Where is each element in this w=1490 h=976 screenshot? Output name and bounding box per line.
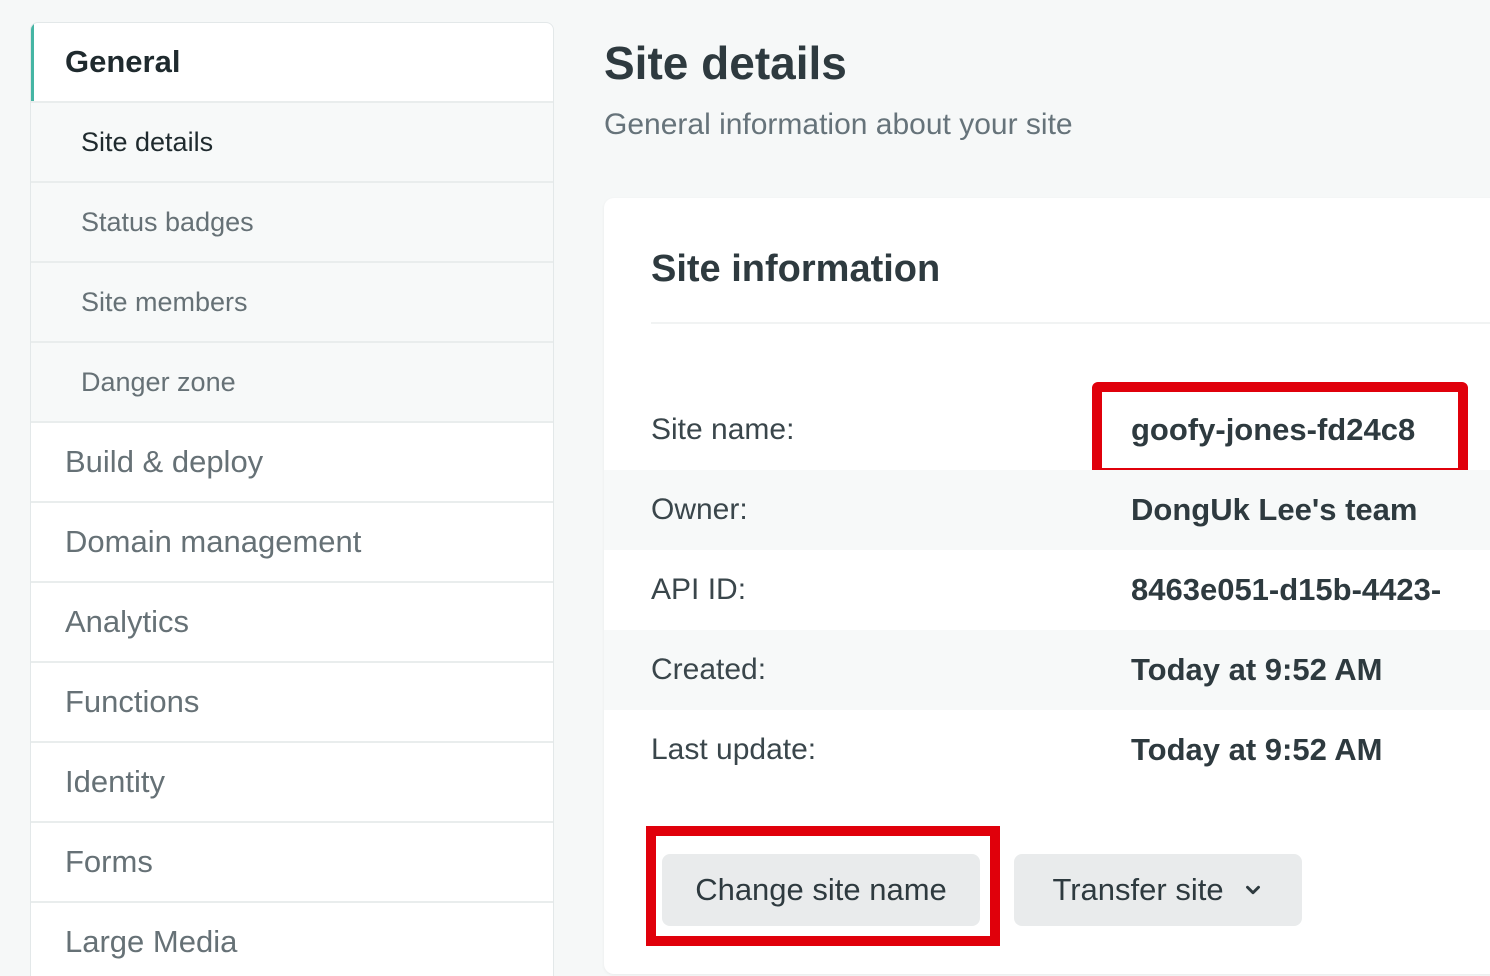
sidebar-subitem-site-details[interactable]: Site details	[31, 103, 553, 183]
chevron-down-icon	[1245, 885, 1260, 895]
card-title: Site information	[651, 248, 941, 290]
last-update-value: Today at 9:52 AM	[1131, 732, 1383, 767]
site-name-value: goofy-jones-fd24c8	[1131, 412, 1416, 447]
sidebar-item-label: Identity	[65, 764, 165, 799]
sidebar-item-large-media[interactable]: Large Media	[31, 903, 553, 976]
button-label: Change site name	[695, 872, 947, 907]
sidebar-item-label: Build & deploy	[65, 444, 264, 479]
site-information-card: Site information Site name: goofy-jones-…	[604, 198, 1490, 974]
sidebar-item-analytics[interactable]: Analytics	[31, 583, 553, 663]
sidebar-item-domain-management[interactable]: Domain management	[31, 503, 553, 583]
sidebar-item-forms[interactable]: Forms	[31, 823, 553, 903]
info-row-api-id: API ID: 8463e051-d15b-4423-	[604, 550, 1490, 630]
sidebar-item-label: Site members	[81, 286, 248, 317]
button-label: Transfer site	[1052, 872, 1224, 907]
sidebar-item-general[interactable]: General	[31, 23, 553, 103]
info-row-owner: Owner: DongUk Lee's team	[604, 470, 1490, 550]
created-value: Today at 9:52 AM	[1131, 652, 1383, 687]
sidebar-item-identity[interactable]: Identity	[31, 743, 553, 823]
info-row-site-name: Site name: goofy-jones-fd24c8	[604, 390, 1490, 470]
card-divider	[651, 322, 1490, 324]
sidebar-subitem-danger-zone[interactable]: Danger zone	[31, 343, 553, 423]
info-label: API ID:	[651, 573, 747, 606]
sidebar-subitem-site-members[interactable]: Site members	[31, 263, 553, 343]
sidebar-item-label: Status badges	[81, 206, 254, 237]
sidebar-item-label: Large Media	[65, 924, 238, 959]
sidebar-item-label: Danger zone	[81, 366, 236, 397]
info-row-last-update: Last update: Today at 9:52 AM	[604, 710, 1490, 790]
sidebar-item-label: Analytics	[65, 604, 190, 639]
sidebar-item-label: General	[65, 44, 181, 79]
page: General Site details Status badges Site …	[0, 0, 1490, 976]
settings-sidebar: General Site details Status badges Site …	[30, 22, 554, 976]
sidebar-subitem-status-badges[interactable]: Status badges	[31, 183, 553, 263]
sidebar-item-label: Functions	[65, 684, 200, 719]
sidebar-item-label: Domain management	[65, 524, 362, 559]
api-id-value: 8463e051-d15b-4423-	[1131, 572, 1442, 607]
info-label: Last update:	[651, 733, 817, 766]
owner-value: DongUk Lee's team	[1131, 492, 1418, 527]
sidebar-item-build-deploy[interactable]: Build & deploy	[31, 423, 553, 503]
page-subtitle: General information about your site	[604, 108, 1073, 141]
sidebar-item-label: Site details	[81, 126, 214, 157]
page-title: Site details	[604, 37, 847, 89]
change-site-name-button[interactable]: Change site name	[662, 854, 980, 926]
transfer-site-button[interactable]: Transfer site	[1014, 854, 1302, 926]
sidebar-item-label: Forms	[65, 844, 153, 879]
sidebar-item-functions[interactable]: Functions	[31, 663, 553, 743]
info-label: Site name:	[651, 413, 795, 446]
info-label: Owner:	[651, 493, 748, 526]
info-row-created: Created: Today at 9:52 AM	[604, 630, 1490, 710]
info-label: Created:	[651, 653, 767, 686]
